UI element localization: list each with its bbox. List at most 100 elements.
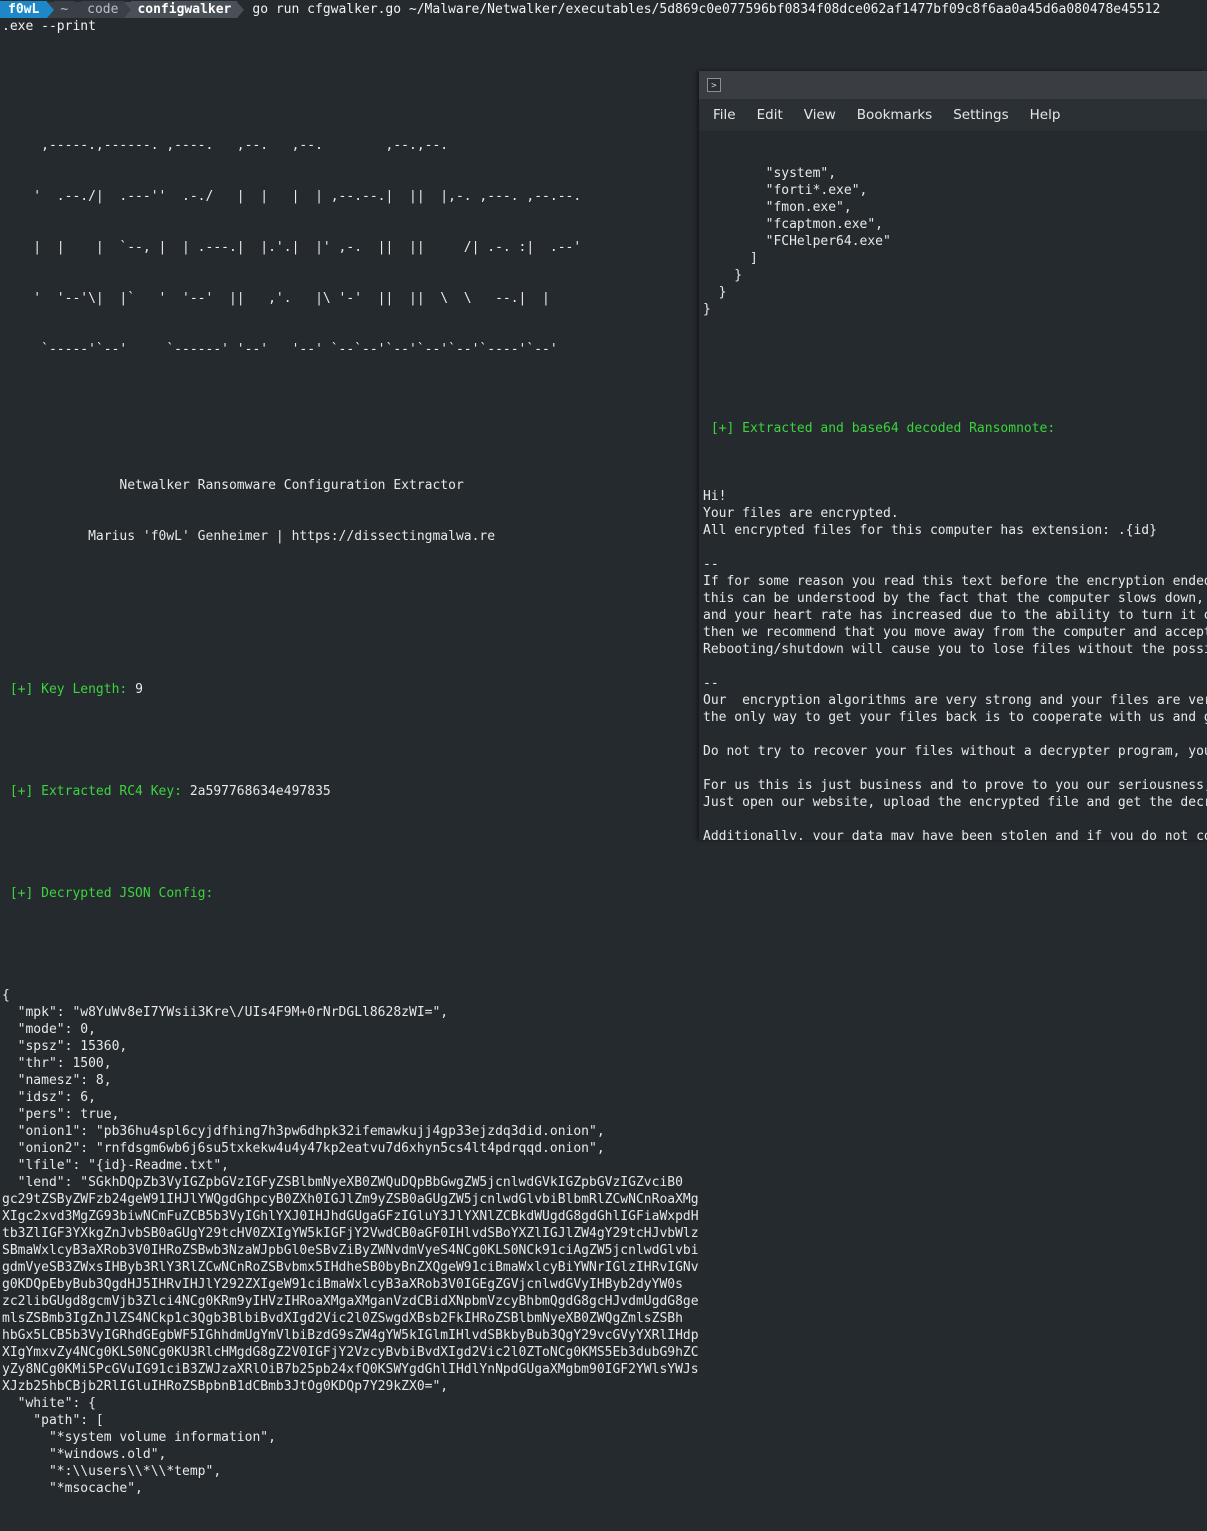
prompt-separator-icon [74,1,82,18]
json-line: "pers": true, [2,1107,120,1122]
ransomnote-line: ​ [703,726,1207,743]
command-line-wrap: .exe --print [2,19,96,34]
prompt-separator-icon [124,1,132,18]
json-line: "system", [703,166,837,181]
ransomnote-line: ​ [703,658,1207,675]
ascii-line: `-----'`--' `------' '--' '--' `--`--'`-… [2,342,558,357]
json-config-header: [+] Decrypted JSON Config: [2,886,214,901]
ascii-line: ' .--./| .---'' .-./ | | | | ,--.--.| ||… [2,189,582,204]
ascii-line: ,-----.,------. ,----. ,--. ,--. ,--.,--… [2,138,449,153]
ransomnote-line: If for some reason you read this text be… [703,574,1207,589]
ransomnote-line: Do not try to recover your files without… [703,744,1207,759]
ransomnote-line: For us this is just business and to prov… [703,778,1207,793]
ransomnote-line: -- [703,676,719,691]
banner-author: Marius 'f0wL' Genheimer | https://dissec… [2,529,496,544]
menu-bookmarks[interactable]: Bookmarks [857,107,932,123]
ransomnote-line: Just open our website, upload the encryp… [703,795,1207,810]
menu-view[interactable]: View [804,107,836,123]
key-length-label: [+] Key Length: [2,682,136,697]
ransomnote-line: Rebooting/shutdown will cause you to los… [703,642,1207,657]
prompt-path-code: code [81,1,125,18]
rc4-key-label: [+] Extracted RC4 Key: [2,784,190,799]
menu-help[interactable]: Help [1030,107,1061,123]
ransomnote-line: Our encryption algorithms are very stron… [703,693,1207,708]
json-line: "idsz": 6, [2,1090,96,1105]
json-line: yZy8NCg0KMi5PcGVuIG91ciB3ZWJzaXRlOiB7b25… [2,1362,698,1377]
key-length-line: [+] Key Length: 9 [2,681,698,698]
json-line: "namesz": 8, [2,1073,112,1088]
json-line: "spsz": 15360, [2,1039,128,1054]
command-line: go run cfgwalker.go ~/Malware/Netwalker/… [252,2,1161,17]
ransomnote-line: ​ [703,539,1207,556]
ransomnote-line: and your heart rate has increased due to… [703,608,1207,623]
json-line: "forti*.exe", [703,183,868,198]
json-line: tb3ZlIGF3YXkgZnJvbSB0aGUgY29tcHV0ZXIgYW5… [2,1226,698,1241]
json-line: hbGx5LCB5b3VyIGRhdGEgbWF5IGhhdmUgYmVlbiB… [2,1328,698,1343]
prompt-path-current: configwalker [131,1,238,18]
json-line: ] [703,251,758,266]
json-line: "mode": 0, [2,1022,96,1037]
ransomnote-line: Hi! [703,489,727,504]
json-line: ​ [703,369,1207,386]
json-line: XJzb25hbCBjb2RlIGluIHRoZSBpbnB1dCBmb3JtO… [2,1379,449,1394]
json-line: "path": [ [2,1413,104,1428]
json-line: zc2libGUgd8gcmVjb3Zlci4NCg0KRm9yIHVzIHRo… [2,1294,698,1309]
json-line: "*:\\users\\*\\*temp", [2,1464,222,1479]
json-config-tail: "system", "forti*.exe", "fmon.exe", "fca… [703,165,1207,386]
ransomnote-text: ​Hi!Your files are encrypted.All encrypt… [703,471,1207,840]
json-config: { "mpk": "w8YuWv8eI7YWsii3Kre\/UIs4F9M+0… [2,987,698,1497]
ransomnote-line: the only way to get your files back is t… [703,710,1207,725]
banner-title: Netwalker Ransomware Configuration Extra… [2,478,464,493]
window-titlebar[interactable]: > [699,71,1207,99]
ransomnote-line: then we recommend that you move away fro… [703,625,1207,640]
ransomnote-line: All encrypted files for this computer ha… [703,523,1157,538]
ascii-line: | | | `--, | | .---.| |.'.| |' ,-. || ||… [2,240,582,255]
json-line: ​ [703,335,1207,352]
json-line: mlsZSBmb3IgZnJlZS4NCkp1c3Qgb3BlbiBvdXIgd… [2,1311,683,1326]
json-line: "mpk": "w8YuWv8eI7YWsii3Kre\/UIs4F9M+0rN… [2,1005,449,1020]
ransomnote-line: ​ [703,811,1207,828]
json-line: "fcaptmon.exe", [703,217,884,232]
json-line: gc29tZSByZWFzb24geW91IHJlYWQgdGhpcyB0ZXh… [2,1192,698,1207]
menu-file[interactable]: File [713,107,736,123]
prompt-separator-icon [237,1,245,18]
json-line: } [703,285,727,300]
prompt-path-home: ~ [54,1,75,18]
json-line: SBmaWxlcyB3aXRob3V0IHRoZSBwb3NzaWJpbGl0e… [2,1243,698,1258]
json-line: "onion1": "pb36hu4spl6cyjdfhing7h3pw6dhp… [2,1124,605,1139]
menu-edit[interactable]: Edit [757,107,783,123]
json-line: "*system volume information", [2,1430,276,1445]
json-line: } [703,302,711,317]
json-line: ​ [703,352,1207,369]
json-line: "thr": 1500, [2,1056,112,1071]
ransomnote-line: Additionally, your data may have been st… [703,829,1207,840]
json-line: "onion2": "rnfdsgm6wb6j6su5txkekw4u4y47k… [2,1141,605,1156]
terminal-icon: > [707,78,721,92]
json-line: XIgYmxvZy4NCg0KLS0NCg0KU3RlcHMgdG8gZ2V0I… [2,1345,698,1360]
json-line: { [2,988,10,1003]
json-line: XIgc2xvd3MgZG93biwNCmFuZCB5b3VyIGhlYXJ0I… [2,1209,698,1224]
rc4-key-value: 2a597768634e497835 [189,784,331,799]
json-line: "fmon.exe", [703,200,852,215]
terminal-output-secondary: "system", "forti*.exe", "fmon.exe", "fca… [703,131,1207,840]
terminal-window-secondary[interactable]: > File Edit View Bookmarks Settings Help… [699,71,1207,840]
json-line: "white": { [2,1396,96,1411]
rc4-key-line: [+] Extracted RC4 Key: 2a597768634e49783… [2,783,698,800]
json-line: "lfile": "{id}-Readme.txt", [2,1158,229,1173]
key-length-value: 9 [135,682,143,697]
json-line: g0KDQpEbyBub3QgdHJ5IHRvIHJlY292ZXIgeW91c… [2,1277,683,1292]
ransomnote-header: [+] Extracted and base64 decoded Ransomn… [703,421,1056,436]
ransomnote-line: ​ [703,760,1207,777]
ascii-line: ' '--'\| |` ' '--' || ,'. |\ '-' || || \… [2,291,550,306]
json-line: gdmVyeSB3ZWxsIHByb3RlY3RlZCwNCnRoZSBvbmx… [2,1260,698,1275]
ascii-banner: ,-----.,------. ,----. ,--. ,--. ,--.,--… [2,103,698,392]
json-line: "lend": "SGkhDQpZb3VyIGZpbGVzIGFyZSBlbmN… [2,1175,683,1190]
ransomnote-line: this can be understood by the fact that … [703,591,1204,606]
ransomnote-line: -- [703,557,719,572]
ransomnote-line: ​ [703,471,1207,488]
json-line: ​ [703,318,1207,335]
menu-settings[interactable]: Settings [953,107,1008,123]
json-line: "*windows.old", [2,1447,167,1462]
json-line: "FCHelper64.exe" [703,234,891,249]
json-line: "*msocache", [2,1481,143,1496]
